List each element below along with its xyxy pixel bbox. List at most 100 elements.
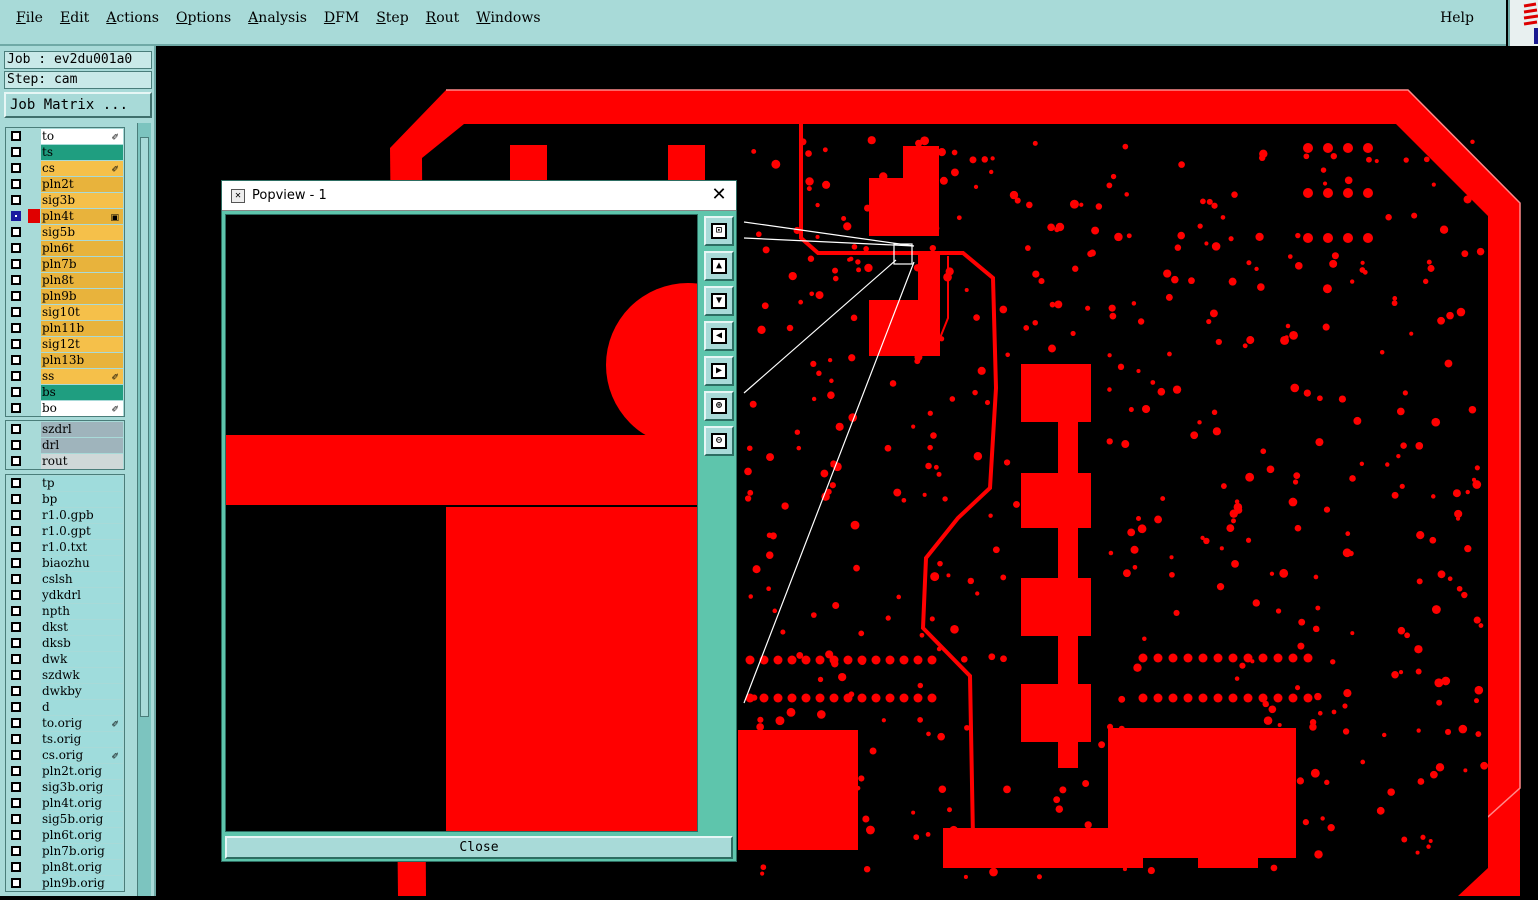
layer-row-dksb[interactable]: dksb xyxy=(6,635,124,651)
layer-name[interactable]: pln9b xyxy=(41,289,123,304)
layer-name[interactable]: ts.orig xyxy=(41,732,123,747)
layer-checkbox[interactable] xyxy=(11,275,21,285)
layer-row-pln9b[interactable]: pln9b xyxy=(6,288,124,304)
layer-name[interactable]: dwkby xyxy=(41,684,123,699)
layer-row-pln9b.orig[interactable]: pln9b.orig xyxy=(6,875,124,891)
menu-options[interactable]: Options xyxy=(176,10,231,26)
layer-row-tp[interactable]: tp xyxy=(6,475,124,491)
layer-name[interactable]: r1.0.gpt xyxy=(41,524,123,539)
layer-color-swatch[interactable] xyxy=(28,422,40,436)
layer-name[interactable]: sig3b.orig xyxy=(41,780,123,795)
layer-checkbox[interactable] xyxy=(11,766,21,776)
layer-row-pln7b.orig[interactable]: pln7b.orig xyxy=(6,843,124,859)
layer-checkbox[interactable] xyxy=(11,590,21,600)
layer-name[interactable]: cs ✐ xyxy=(41,161,123,176)
tool-zoom-in-button[interactable]: ⊕ xyxy=(704,391,734,421)
menu-actions[interactable]: Actions xyxy=(106,10,159,26)
layer-row-r1.0.txt[interactable]: r1.0.txt xyxy=(6,539,124,555)
layer-row-ss[interactable]: ss ✐ xyxy=(6,368,124,384)
layer-row-pln4t.orig[interactable]: pln4t.orig xyxy=(6,795,124,811)
layer-row-pln6t.orig[interactable]: pln6t.orig xyxy=(6,827,124,843)
layer-checkbox[interactable] xyxy=(11,195,21,205)
layer-checkbox[interactable] xyxy=(11,211,21,221)
tool-zoom-fit-button[interactable]: ⊡ xyxy=(704,216,734,246)
layer-checkbox[interactable] xyxy=(11,542,21,552)
layer-color-swatch[interactable] xyxy=(28,620,40,634)
layer-name[interactable]: r1.0.gpb xyxy=(41,508,123,523)
layer-row-r1.0.gpb[interactable]: r1.0.gpb xyxy=(6,507,124,523)
layer-color-swatch[interactable] xyxy=(28,257,40,271)
layer-checkbox[interactable] xyxy=(11,862,21,872)
layer-name[interactable]: pln4t ▣ xyxy=(41,209,123,224)
layer-row-ts.orig[interactable]: ts.orig xyxy=(6,731,124,747)
layer-color-swatch[interactable] xyxy=(28,604,40,618)
layer-color-swatch[interactable] xyxy=(28,812,40,826)
layer-color-swatch[interactable] xyxy=(28,684,40,698)
layer-checkbox[interactable] xyxy=(11,686,21,696)
layer-name[interactable]: to ✐ xyxy=(41,129,123,144)
layer-color-swatch[interactable] xyxy=(28,652,40,666)
layer-checkbox[interactable] xyxy=(11,494,21,504)
layer-color-swatch[interactable] xyxy=(28,508,40,522)
layer-row-npth[interactable]: npth xyxy=(6,603,124,619)
layer-checkbox[interactable] xyxy=(11,179,21,189)
layer-name[interactable]: szdwk xyxy=(41,668,123,683)
layer-color-swatch[interactable] xyxy=(28,476,40,490)
layer-row-dkst[interactable]: dkst xyxy=(6,619,124,635)
layer-color-swatch[interactable] xyxy=(28,454,40,468)
layer-list-scrollbar[interactable] xyxy=(137,123,151,896)
layer-color-swatch[interactable] xyxy=(28,492,40,506)
layer-row-pln8t.orig[interactable]: pln8t.orig xyxy=(6,859,124,875)
layer-checkbox[interactable] xyxy=(11,163,21,173)
layer-checkbox[interactable] xyxy=(11,750,21,760)
layer-color-swatch[interactable] xyxy=(28,780,40,794)
layer-row-sig5b[interactable]: sig5b xyxy=(6,224,124,240)
layer-checkbox[interactable] xyxy=(11,371,21,381)
menu-step[interactable]: Step xyxy=(376,10,408,26)
layer-row-pln7b[interactable]: pln7b xyxy=(6,256,124,272)
layer-color-swatch[interactable] xyxy=(28,209,40,223)
layer-checkbox[interactable] xyxy=(11,387,21,397)
layer-checkbox[interactable] xyxy=(11,702,21,712)
layer-checkbox[interactable] xyxy=(11,526,21,536)
layer-name[interactable]: pln4t.orig xyxy=(41,796,123,811)
tool-pan-right-button[interactable]: ▶ xyxy=(704,356,734,386)
close-icon[interactable]: ✕ xyxy=(708,184,730,206)
layer-name[interactable]: bp xyxy=(41,492,123,507)
tool-pan-up-button[interactable]: ▲ xyxy=(704,251,734,281)
layer-color-swatch[interactable] xyxy=(28,225,40,239)
layer-color-swatch[interactable] xyxy=(28,321,40,335)
layer-row-sig5b.orig[interactable]: sig5b.orig xyxy=(6,811,124,827)
tool-zoom-out-button[interactable]: ⊖ xyxy=(704,426,734,456)
layer-color-swatch[interactable] xyxy=(28,588,40,602)
layer-checkbox[interactable] xyxy=(11,147,21,157)
layer-color-swatch[interactable] xyxy=(28,161,40,175)
layer-name[interactable]: npth xyxy=(41,604,123,619)
layer-color-swatch[interactable] xyxy=(28,876,40,890)
layer-checkbox[interactable] xyxy=(11,878,21,888)
layer-color-swatch[interactable] xyxy=(28,636,40,650)
layer-name[interactable]: ydkdrl xyxy=(41,588,123,603)
layer-checkbox[interactable] xyxy=(11,638,21,648)
layer-color-swatch[interactable] xyxy=(28,860,40,874)
layer-color-swatch[interactable] xyxy=(28,305,40,319)
layer-checkbox[interactable] xyxy=(11,339,21,349)
layer-row-to.orig[interactable]: to.orig ✐ xyxy=(6,715,124,731)
layer-name[interactable]: ss ✐ xyxy=(41,369,123,384)
layer-name[interactable]: pln8t xyxy=(41,273,123,288)
layer-name[interactable]: sig5b xyxy=(41,225,123,240)
layer-color-swatch[interactable] xyxy=(28,337,40,351)
layer-checkbox[interactable] xyxy=(11,606,21,616)
layer-checkbox[interactable] xyxy=(11,259,21,269)
layer-color-swatch[interactable] xyxy=(28,369,40,383)
layer-color-swatch[interactable] xyxy=(28,273,40,287)
layer-row-ydkdrl[interactable]: ydkdrl xyxy=(6,587,124,603)
tool-pan-down-button[interactable]: ▼ xyxy=(704,286,734,316)
layer-row-drl[interactable]: drl xyxy=(6,437,124,453)
layer-row-biaozhu[interactable]: biaozhu xyxy=(6,555,124,571)
layer-name[interactable]: bo ✐ xyxy=(41,401,123,416)
layer-color-swatch[interactable] xyxy=(28,668,40,682)
layer-checkbox[interactable] xyxy=(11,424,21,434)
layer-color-swatch[interactable] xyxy=(28,385,40,399)
layer-checkbox[interactable] xyxy=(11,846,21,856)
